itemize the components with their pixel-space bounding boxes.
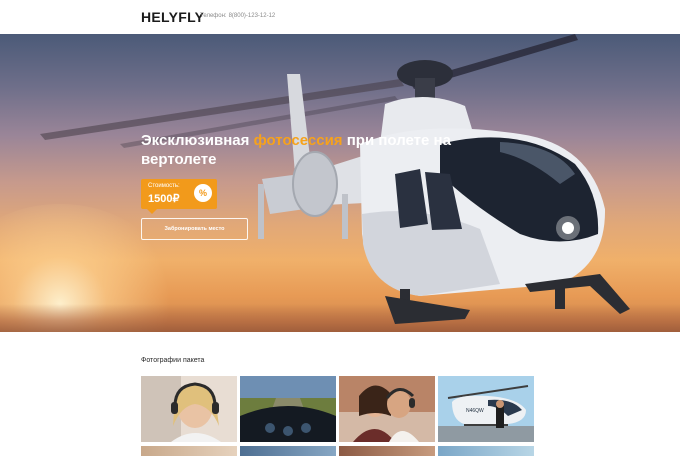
photo-cockpit-view [240,376,336,442]
gallery-photo-partial[interactable] [240,446,336,456]
phone-label: Телефон: [200,13,227,19]
gallery-photo[interactable] [141,376,237,442]
gallery-photo[interactable]: N46QW [438,376,534,442]
gallery-photo-partial[interactable] [438,446,534,456]
hero-title-part1: Эксклюзивная [141,132,254,149]
gallery-photo[interactable] [240,376,336,442]
gallery-photo[interactable] [339,376,435,442]
percent-icon: % [194,184,212,202]
gallery-title: Фотографии пакета [141,357,205,364]
helicopter-image [40,34,630,324]
gallery-photo-partial[interactable] [141,446,237,456]
photo-couple-kiss [339,376,435,442]
hero-title-accent: фотосессия [253,132,343,149]
photo-man-helicopter: N46QW [438,376,534,442]
photo-woman-headset [141,376,237,442]
phone-number[interactable]: 8(800)-123-12-12 [229,13,276,19]
price-badge: Стоимость: 1500₽ % [141,179,217,214]
hero-title: Эксклюзивная фотосессия при полете на ве… [141,131,461,169]
price-label: Стоимость: [148,183,180,189]
photo-gallery: N46QW [141,376,537,456]
book-seat-button[interactable]: Забронировать место [141,218,248,240]
hero-banner: Эксклюзивная фотосессия при полете на ве… [0,34,680,332]
gallery-photo-partial[interactable] [339,446,435,456]
site-logo[interactable]: HELYFLY [141,9,204,25]
price-value: 1500₽ [148,193,180,205]
header-phone: Телефон: 8(800)-123-12-12 [200,13,275,19]
site-header: HELYFLY Телефон: 8(800)-123-12-12 [0,0,680,34]
helicopter-tail-number: N46QW [466,408,484,414]
